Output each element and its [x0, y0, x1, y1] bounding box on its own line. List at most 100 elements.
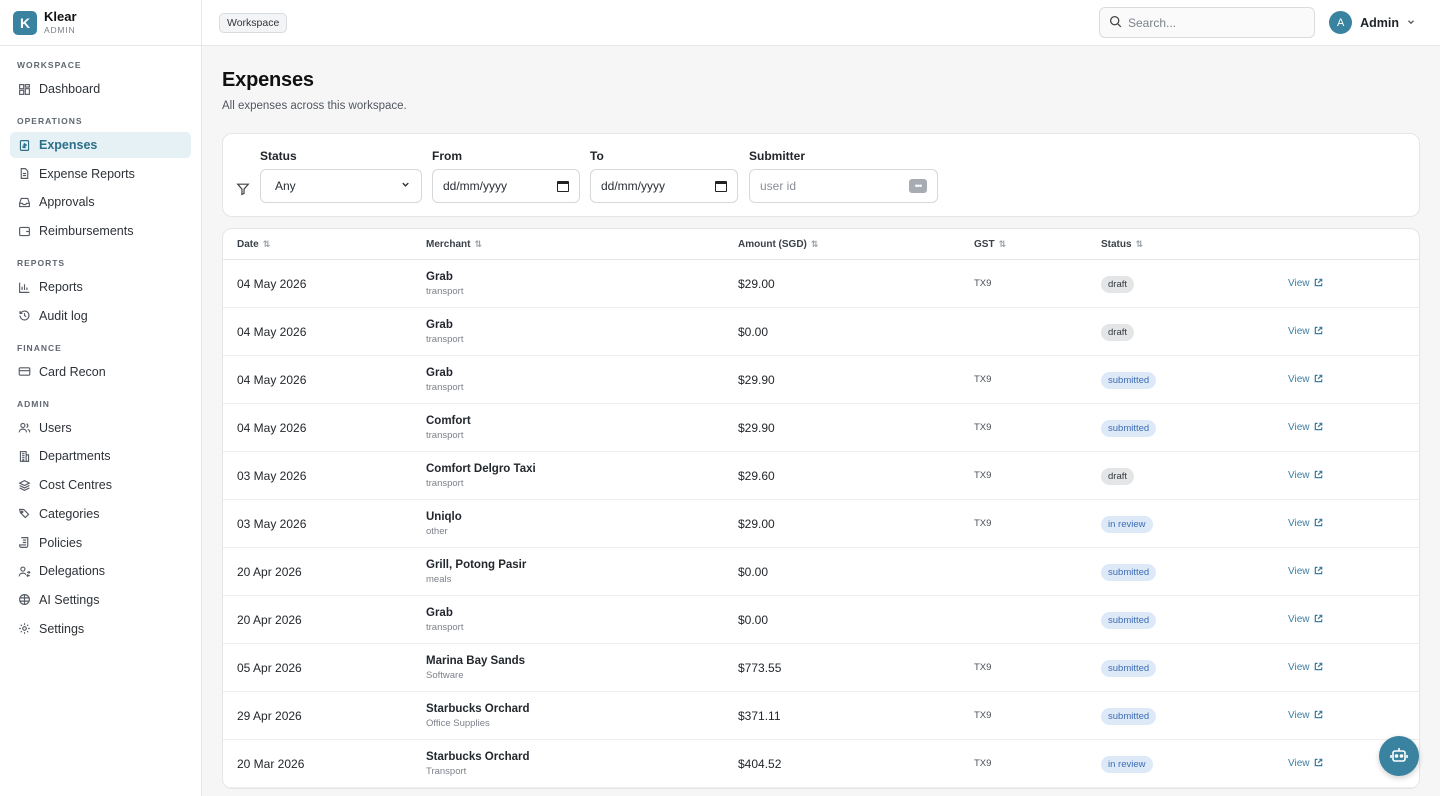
table-row[interactable]: 20 Apr 2026 Grab transport $0.00 submitted Vi… [223, 596, 1419, 644]
status-badge: submitted [1101, 611, 1157, 629]
view-link[interactable]: View [1288, 710, 1323, 722]
cell-gst: TX9 [974, 470, 992, 481]
table-row[interactable]: 03 May 2026 Uniqlo other $29.00 TX9 in review… [223, 500, 1419, 548]
view-label: View [1288, 614, 1310, 625]
table-row[interactable]: 29 Apr 2026 Starbucks Orchard Office Suppl… [223, 692, 1419, 740]
merchant-name: Comfort Delgro Taxi [426, 462, 536, 475]
from-date-input[interactable]: dd/mm/yyyy [432, 169, 580, 203]
external-link-icon [1310, 470, 1323, 482]
header-amount[interactable]: Amount (SGD) ⇅ [738, 239, 974, 250]
sidebar-item-label: Dashboard [39, 82, 101, 96]
cell-status: submitted [1101, 611, 1288, 629]
user-menu[interactable]: A Admin [1329, 11, 1416, 34]
from-filter-label: From [432, 149, 462, 163]
view-label: View [1288, 278, 1310, 289]
cell-amount: $371.11 [738, 708, 781, 723]
calendar-icon[interactable] [715, 180, 727, 192]
merchant-name: Starbucks Orchard [426, 750, 530, 763]
header-amount-label: Amount (SGD) [738, 238, 807, 250]
status-badge: draft [1101, 275, 1135, 293]
table-row[interactable]: 20 Apr 2026 Grill, Potong Pasir meals $0.00… [223, 548, 1419, 596]
sidebar-item-card-recon[interactable]: Card Recon [10, 359, 191, 385]
view-link[interactable]: View [1288, 278, 1323, 290]
more-icon[interactable]: ••• [909, 179, 927, 193]
sidebar-item-settings[interactable]: Settings [10, 616, 191, 642]
header-date[interactable]: Date ⇅ [223, 239, 426, 250]
main-content: Expenses All expenses across this worksp… [222, 46, 1420, 789]
header-merchant[interactable]: Merchant ⇅ [426, 239, 738, 250]
cell-gst: TX9 [974, 278, 992, 289]
view-link[interactable]: View [1288, 422, 1323, 434]
cell-merchant: Grab transport [426, 367, 738, 393]
scroll-icon [17, 536, 31, 550]
table-row[interactable]: 04 May 2026 Grab transport $29.90 TX9 submitt… [223, 356, 1419, 404]
view-link[interactable]: View [1288, 326, 1323, 338]
cell-date: 29 Apr 2026 [237, 708, 302, 723]
search-input[interactable]: Search... [1099, 7, 1315, 38]
sidebar-item-expense-reports[interactable]: Expense Reports [10, 161, 191, 187]
external-link-icon [1310, 374, 1323, 386]
sidebar-item-label: Expense Reports [39, 166, 135, 181]
to-date-input[interactable]: dd/mm/yyyy [590, 169, 738, 203]
cell-merchant: Uniqlo other [426, 511, 738, 537]
sidebar-item-audit-log[interactable]: Audit log [10, 303, 191, 329]
nav-section-title: OPERATIONS [17, 116, 83, 126]
table-row[interactable]: 20 Mar 2026 Starbucks Orchard Transport $40… [223, 740, 1419, 788]
cell-merchant: Grill, Potong Pasir meals [426, 559, 738, 585]
submitter-placeholder: user id [760, 179, 797, 193]
external-link-icon [1310, 422, 1323, 434]
view-link[interactable]: View [1288, 374, 1323, 386]
nav-section-title: WORKSPACE [17, 60, 82, 70]
topbar: Workspace Search... A Admin [202, 0, 1440, 46]
table-row[interactable]: 04 May 2026 Comfort transport $29.90 TX9 subm… [223, 404, 1419, 452]
cell-amount: $29.00 [738, 276, 775, 291]
sidebar-item-ai-settings[interactable]: AI Settings [10, 587, 191, 613]
sidebar-item-dashboard[interactable]: Dashboard [10, 76, 191, 102]
view-link[interactable]: View [1288, 566, 1323, 578]
sort-icon: ⇅ [1135, 238, 1144, 249]
view-link[interactable]: View [1288, 614, 1323, 626]
filter-icon [236, 182, 250, 199]
table-row[interactable]: 04 May 2026 Grab transport $29.00 TX9 draft Vi… [223, 260, 1419, 308]
view-link[interactable]: View [1288, 470, 1323, 482]
calendar-icon[interactable] [557, 180, 569, 192]
document-icon [17, 167, 31, 181]
sidebar-item-policies[interactable]: Policies [10, 530, 191, 556]
brand[interactable]: K Klear ADMIN [0, 0, 201, 46]
view-link[interactable]: View [1288, 662, 1323, 674]
merchant-name: Marina Bay Sands [426, 654, 526, 667]
table-row[interactable]: 04 May 2026 Grab transport $0.00 draft View [223, 308, 1419, 356]
sidebar-item-reports[interactable]: Reports [10, 274, 191, 300]
sidebar-item-categories[interactable]: Categories [10, 501, 191, 527]
sidebar-item-delegations[interactable]: Delegations [10, 558, 191, 584]
sidebar-item-departments[interactable]: Departments [10, 443, 191, 469]
submitter-input[interactable]: user id ••• [749, 169, 938, 203]
sidebar-item-cost-centres[interactable]: Cost Centres [10, 472, 191, 498]
sidebar-item-users[interactable]: Users [10, 415, 191, 441]
assistant-button[interactable] [1379, 736, 1419, 776]
bar-chart-icon [17, 280, 31, 294]
sidebar-item-reimbursements[interactable]: Reimbursements [10, 218, 191, 244]
status-badge: submitted [1101, 659, 1157, 677]
header-status-label: Status [1101, 238, 1132, 250]
table-header: Date ⇅ Merchant ⇅ Amount (SGD) ⇅ GST ⇅ Statu… [223, 229, 1419, 260]
status-select-value: Any [275, 179, 296, 193]
sidebar-item-approvals[interactable]: Approvals [10, 189, 191, 215]
sidebar-item-expenses[interactable]: Expenses [10, 132, 191, 158]
view-link[interactable]: View [1288, 518, 1323, 530]
header-gst[interactable]: GST ⇅ [974, 239, 1101, 250]
view-link[interactable]: View [1288, 758, 1323, 770]
table-row[interactable]: 03 May 2026 Comfort Delgro Taxi transport $… [223, 452, 1419, 500]
cell-amount: $29.00 [738, 516, 775, 531]
nav-section-title: FINANCE [17, 342, 62, 353]
external-link-icon [1310, 758, 1323, 770]
cell-merchant: Marina Bay Sands Software [426, 655, 738, 681]
cell-status: submitted [1101, 563, 1288, 581]
sidebar-item-label: Settings [39, 621, 85, 636]
header-status[interactable]: Status ⇅ [1101, 239, 1288, 250]
workspace-chip[interactable]: Workspace [219, 12, 288, 33]
status-select[interactable]: Any [260, 169, 422, 203]
table-row[interactable]: 05 Apr 2026 Marina Bay Sands Software $773.… [223, 644, 1419, 692]
sidebar-item-label: Users [39, 420, 72, 435]
from-date-value: dd/mm/yyyy [443, 179, 508, 193]
